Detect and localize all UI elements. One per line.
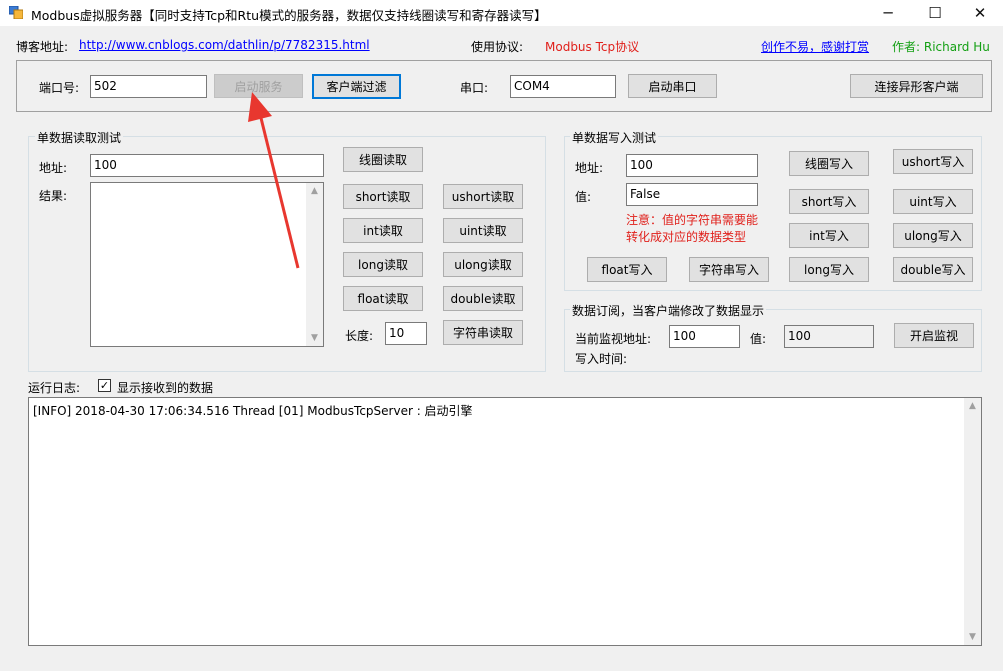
annotation-arrow [248,92,300,269]
